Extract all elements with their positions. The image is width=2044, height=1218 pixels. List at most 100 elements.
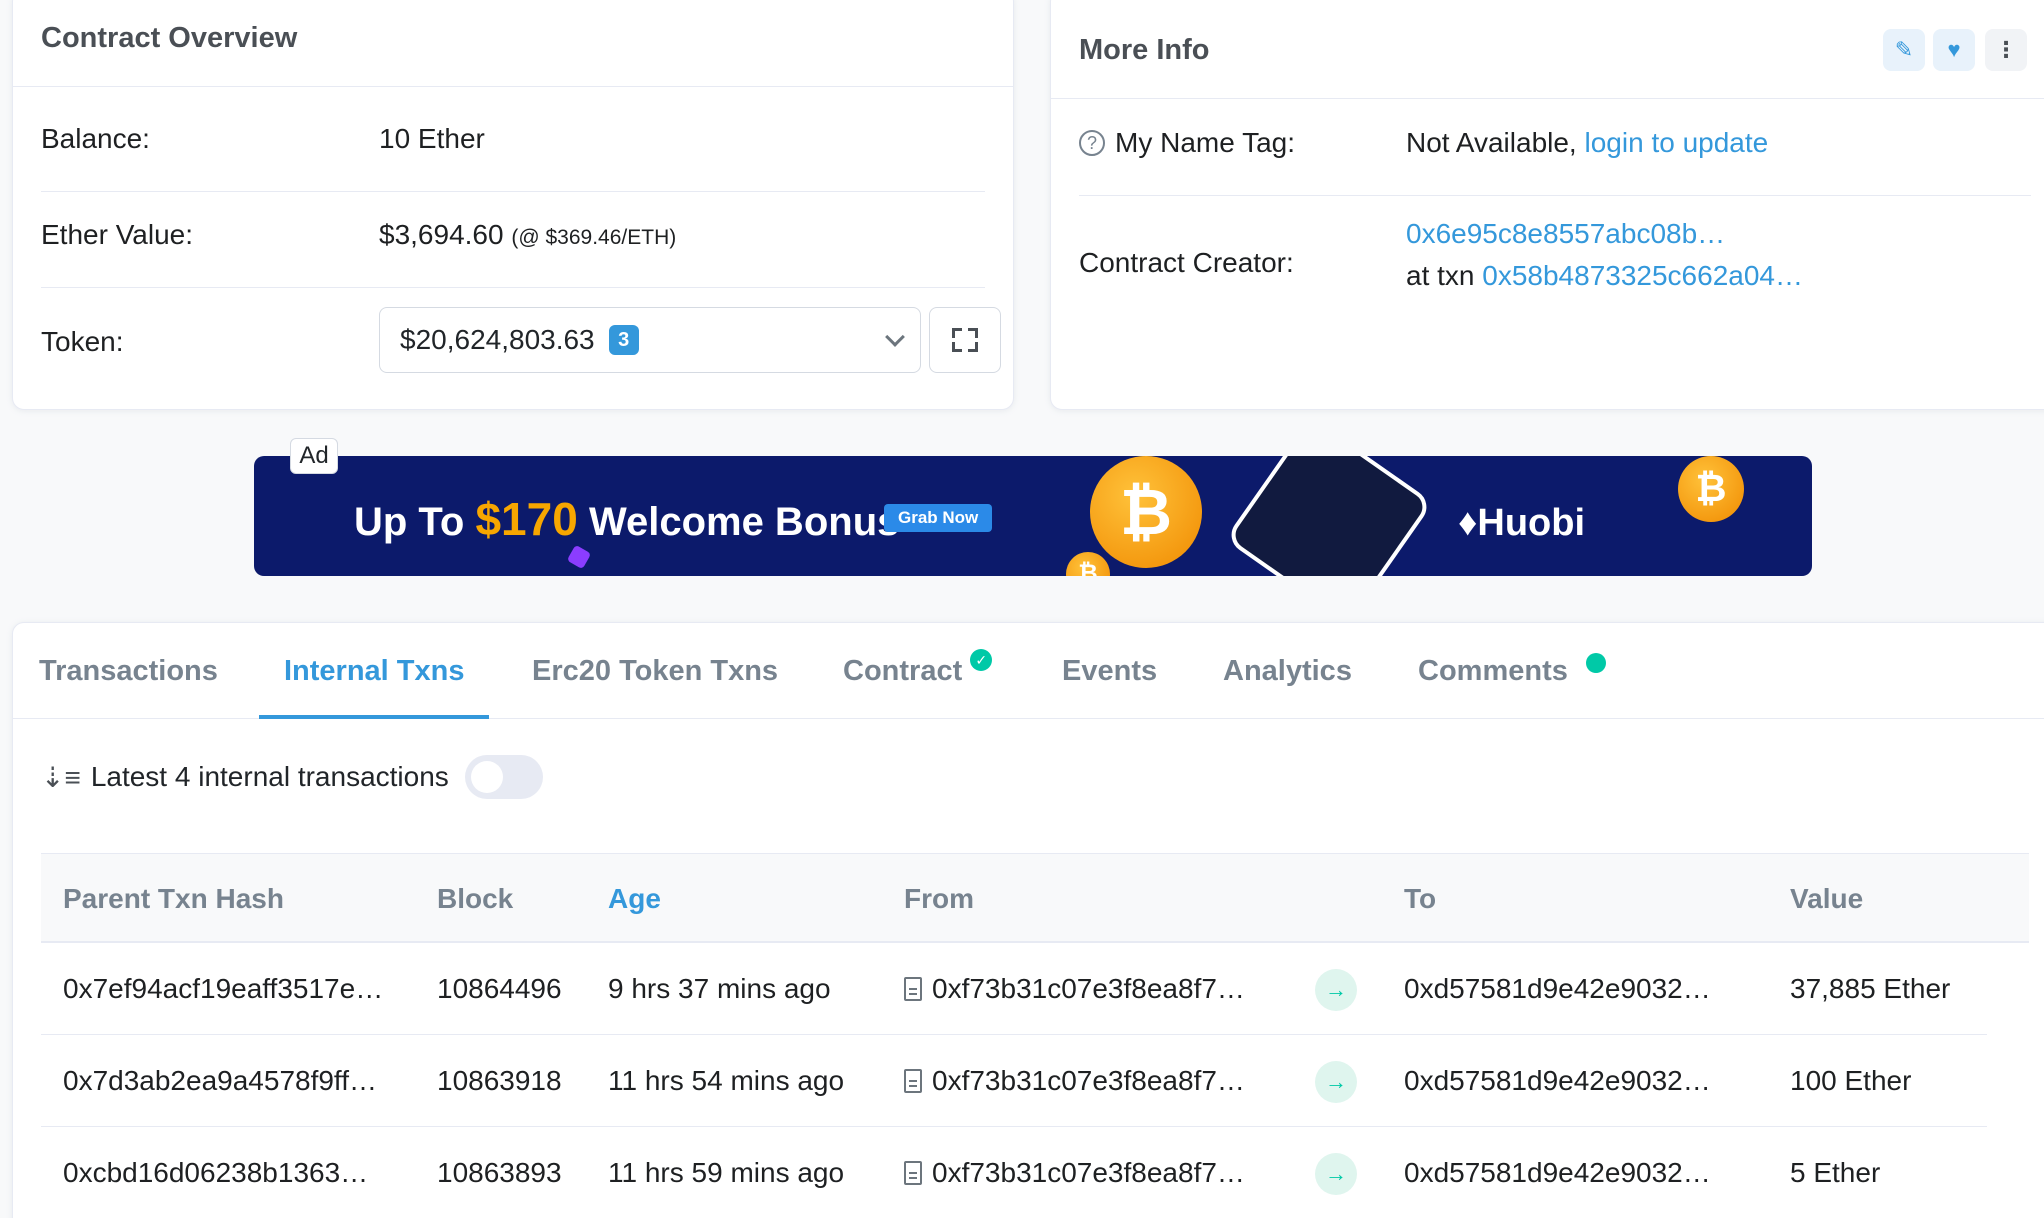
creator-txn-prefix: at txn <box>1406 260 1475 291</box>
creator-txn-link[interactable]: 0x58b4873325c662a04… <box>1482 260 1803 291</box>
sort-icon[interactable]: ⇣≡ <box>41 761 81 794</box>
parent-txn-hash-link[interactable]: 0x7ef94acf19eaff3517e… <box>63 943 383 1035</box>
creator-address-link[interactable]: 0x6e95c8e8557abc08b… <box>1406 218 1725 249</box>
divider <box>41 287 985 288</box>
magic-wand-icon: ✎ <box>1894 37 1914 62</box>
token-label: Token: <box>41 326 124 357</box>
name-tag-row: ? My Name Tag: Not Available, login to u… <box>1079 103 2031 183</box>
age-cell: 9 hrs 37 mins ago <box>608 973 831 1004</box>
magic-wand-button[interactable]: ✎ <box>1883 29 1925 71</box>
tab-erc20-token-txns[interactable]: Erc20 Token Txns <box>532 623 778 719</box>
parent-txn-hash-link[interactable]: 0xcbd16d06238b1363… <box>63 1127 368 1218</box>
ad-grab-now-button[interactable]: Grab Now <box>884 504 993 532</box>
new-dot-icon <box>1585 653 1606 673</box>
phone-graphic <box>1224 456 1434 576</box>
contract-doc-icon <box>904 977 922 1001</box>
to-address-link[interactable]: 0xd57581d9e42e9032… <box>1404 1035 1711 1127</box>
ad-text-post: Welcome Bonus <box>588 500 900 544</box>
col-age[interactable]: Age <box>608 854 661 944</box>
contract-creator-row: Contract Creator: 0x6e95c8e8557abc08b… a… <box>1079 213 2031 313</box>
divider <box>41 191 985 192</box>
value-cell: 5 Ether <box>1790 1157 1881 1188</box>
tab-internal-txns[interactable]: Internal Txns <box>284 623 465 719</box>
tab-contract-label: Contract <box>843 654 963 687</box>
age-cell: 11 hrs 59 mins ago <box>608 1157 845 1188</box>
tab-transactions[interactable]: Transactions <box>39 623 218 719</box>
col-from: From <box>904 883 974 914</box>
cube-icon <box>566 544 592 570</box>
parent-txn-hash-link[interactable]: 0x7d3ab2ea9a4578f9ff… <box>63 1035 377 1127</box>
from-address: 0xf73b31c07e3f8ea8f7… <box>932 1065 1245 1096</box>
balance-value: 10 Ether <box>379 123 485 154</box>
favorite-button[interactable]: ♥ <box>1933 29 1975 71</box>
to-address-link[interactable]: 0xd57581d9e42e9032… <box>1404 943 1711 1035</box>
bitcoin-icon: ₿ <box>1678 456 1744 522</box>
ether-value-label: Ether Value: <box>41 219 194 250</box>
question-icon: ? <box>1079 130 1105 156</box>
balance-label: Balance: <box>41 123 150 154</box>
tab-bar: Transactions Internal Txns Erc20 Token T… <box>13 623 2044 719</box>
balance-row: Balance: 10 Ether <box>41 99 985 179</box>
table-header: Parent Txn Hash Block Age From To Value <box>41 853 2029 943</box>
token-value: $20,624,803.63 <box>400 324 595 355</box>
col-to: To <box>1404 883 1437 914</box>
ad-text-pre: Up To <box>354 500 465 544</box>
login-to-update-link[interactable]: login to update <box>1585 127 1769 158</box>
from-address: 0xf73b31c07e3f8ea8f7… <box>932 973 1245 1004</box>
contract-doc-icon <box>904 1161 922 1185</box>
expand-button[interactable] <box>929 307 1001 373</box>
arrow-right-icon: → <box>1315 1153 1357 1195</box>
contract-doc-icon <box>904 1069 922 1093</box>
more-options-button[interactable]: ⋮ <box>1985 29 2027 71</box>
col-parent-txn-hash: Parent Txn Hash <box>63 883 284 914</box>
contract-overview-card: Contract Overview Balance: 10 Ether Ethe… <box>12 0 1014 410</box>
transactions-card: Transactions Internal Txns Erc20 Token T… <box>12 622 2044 1218</box>
chevron-down-icon <box>885 327 905 347</box>
contract-overview-title: Contract Overview <box>13 0 1013 87</box>
arrow-right-icon: → <box>1315 1061 1357 1103</box>
age-cell: 11 hrs 54 mins ago <box>608 1065 845 1096</box>
col-value: Value <box>1790 883 1864 914</box>
col-block: Block <box>437 883 514 914</box>
name-tag-value: Not Available, <box>1406 127 1577 158</box>
tab-comments-label: Comments <box>1418 654 1568 687</box>
active-tab-indicator <box>259 715 489 719</box>
to-address-link[interactable]: 0xd57581d9e42e9032… <box>1404 1127 1711 1218</box>
tab-comments[interactable]: Comments <box>1418 623 1606 719</box>
ether-rate: (@ $369.46/ETH) <box>511 226 677 249</box>
table-row: 0x7ef94acf19eaff3517e… 10864496 9 hrs 37… <box>41 943 1987 1035</box>
toggle-switch[interactable] <box>465 755 543 799</box>
kebab-menu-icon: ⋮ <box>1995 37 2017 62</box>
token-dropdown[interactable]: $20,624,803.63 3 <box>379 307 921 373</box>
list-summary-text: Latest 4 internal transactions <box>90 761 449 792</box>
value-cell: 37,885 Ether <box>1790 973 1951 1004</box>
ether-value-row: Ether Value: $3,694.60 (@ $369.46/ETH) <box>41 195 985 275</box>
tab-contract[interactable]: Contract ✓ <box>843 623 993 719</box>
bitcoin-icon: ₿ <box>1066 552 1110 576</box>
value-cell: 100 Ether <box>1790 1065 1912 1096</box>
heart-icon: ♥ <box>1947 37 1961 62</box>
bitcoin-icon: ₿ <box>1090 456 1202 568</box>
ad-tag: Ad <box>290 438 338 474</box>
table-row: 0x7d3ab2ea9a4578f9ff… 10863918 11 hrs 54… <box>41 1035 1987 1127</box>
from-address: 0xf73b31c07e3f8ea8f7… <box>932 1157 1245 1188</box>
block-link[interactable]: 10864496 <box>437 943 562 1035</box>
token-count-badge: 3 <box>608 325 639 355</box>
name-tag-label: My Name Tag: <box>1115 127 1295 158</box>
table-row: 0xcbd16d06238b1363… 10863893 11 hrs 59 m… <box>41 1127 1987 1218</box>
ad-brand: ♦Huobi <box>1458 502 1586 544</box>
verified-check-icon: ✓ <box>970 649 993 671</box>
ad-amount: $170 <box>475 493 578 545</box>
block-link[interactable]: 10863893 <box>437 1127 562 1218</box>
list-summary: ⇣≡ Latest 4 internal transactions <box>41 755 449 799</box>
block-link[interactable]: 10863918 <box>437 1035 562 1127</box>
ad-banner[interactable]: Up To $170 Welcome Bonus Grab Now ₿ ₿ ₿ … <box>254 456 1812 576</box>
flame-icon: ♦ <box>1458 502 1478 544</box>
contract-creator-label: Contract Creator: <box>1079 247 1294 278</box>
divider <box>1079 195 2031 196</box>
tab-events[interactable]: Events <box>1062 623 1157 719</box>
ether-value: $3,694.60 <box>379 219 504 250</box>
more-info-card: More Info ✎ ♥ ⋮ ? My Name Tag: Not Avail… <box>1050 0 2044 410</box>
arrow-right-icon: → <box>1315 969 1357 1011</box>
tab-analytics[interactable]: Analytics <box>1223 623 1352 719</box>
